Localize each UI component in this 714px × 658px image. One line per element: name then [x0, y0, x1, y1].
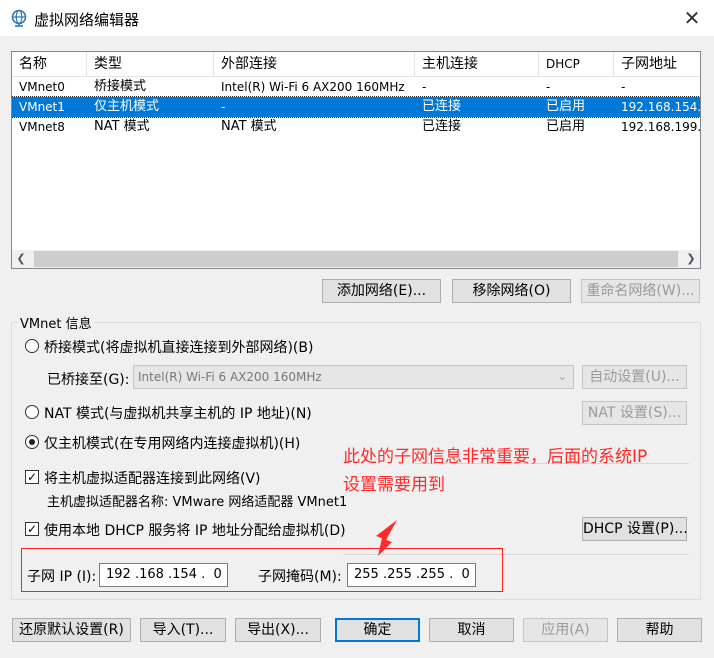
bridged-to-label: 已桥接至(G): [47, 372, 130, 388]
adapter-name-text: 主机虚拟适配器名称: VMware 网络适配器 VMnet1 [47, 495, 348, 510]
rename-network-button[interactable]: 重命名网络(W)... [581, 279, 700, 303]
window-title: 虚拟网络编辑器 [34, 11, 140, 29]
column-header-external[interactable]: 外部连接 [214, 52, 415, 76]
row-external: NAT 模式 [221, 119, 277, 134]
host-only-radio-label[interactable]: 仅主机模式(在专用网络内连接虚拟机)(H) [44, 433, 300, 453]
column-header-host[interactable]: 主机连接 [415, 52, 539, 76]
column-header-dhcp[interactable]: DHCP [539, 52, 614, 76]
row-external: - [221, 100, 226, 114]
row-name: VMnet1 [19, 100, 65, 114]
row-subnet: - [621, 80, 626, 94]
table-row[interactable]: VMnet0 桥接模式 Intel(R) Wi-Fi 6 AX200 160MH… [12, 77, 700, 97]
row-dhcp: - [546, 80, 551, 94]
network-globe-icon [11, 9, 27, 27]
scrollbar-thumb[interactable] [34, 251, 678, 267]
subnet-ip-input[interactable]: 192 .168 .154 . 0 [99, 563, 228, 587]
row-dhcp: 已启用 [546, 119, 586, 134]
row-subnet: 192.168.199.0 [621, 120, 701, 134]
import-button[interactable]: 导入(T)... [140, 618, 226, 642]
bridged-to-value: Intel(R) Wi-Fi 6 AX200 160MHz [138, 370, 322, 384]
ok-button[interactable]: 确定 [335, 618, 420, 642]
apply-button[interactable]: 应用(A) [523, 618, 608, 642]
annotation-line-1: 此处的子网信息非常重要，后面的系统IP [343, 447, 648, 467]
subnet-mask-label: 子网掩码(M): [258, 569, 342, 585]
row-external: Intel(R) Wi-Fi 6 AX200 160MHz [221, 80, 405, 94]
dhcp-checkbox-label[interactable]: 使用本地 DHCP 服务将 IP 地址分配给虚拟机(D) [44, 520, 346, 540]
subnet-mask-input[interactable]: 255 .255 .255 . 0 [347, 563, 476, 587]
table-row-selected[interactable]: VMnet1 仅主机模式 - 已连接 已启用 192.168.154.0 [12, 96, 701, 118]
remove-network-button[interactable]: 移除网络(O) [452, 279, 571, 303]
group-label: VMnet 信息 [18, 313, 94, 332]
row-type: 仅主机模式 [94, 99, 160, 114]
row-dhcp: 已启用 [546, 99, 586, 114]
row-name: VMnet8 [19, 120, 65, 134]
table-row[interactable]: VMnet8 NAT 模式 NAT 模式 已连接 已启用 192.168.199… [12, 117, 700, 137]
dhcp-settings-button[interactable]: DHCP 设置(P)... [582, 517, 688, 541]
add-network-button[interactable]: 添加网络(E)... [322, 279, 441, 303]
chevron-down-icon: ⌄ [557, 370, 567, 383]
export-button[interactable]: 导出(X)... [235, 618, 321, 642]
network-list[interactable]: 名称 类型 外部连接 主机连接 DHCP 子网地址 VMnet0 桥接模式 In… [11, 51, 701, 269]
dhcp-checkbox[interactable]: ✓ [25, 522, 39, 536]
horizontal-scrollbar[interactable]: ❮ ❯ [12, 250, 700, 268]
column-header-type[interactable]: 类型 [87, 52, 214, 76]
host-only-radio[interactable] [25, 435, 39, 449]
row-host: 已连接 [422, 99, 462, 114]
restore-defaults-button[interactable]: 还原默认设置(R) [12, 618, 131, 642]
connect-adapter-checkbox[interactable]: ✓ [25, 470, 39, 484]
scroll-right-icon[interactable]: ❯ [682, 250, 700, 268]
help-button[interactable]: 帮助 [617, 618, 702, 642]
subnet-ip-label: 子网 IP (I): [27, 569, 97, 585]
bridged-to-select[interactable]: Intel(R) Wi-Fi 6 AX200 160MHz ⌄ [133, 365, 574, 389]
close-icon[interactable]: ✕ [680, 6, 704, 30]
row-name: VMnet0 [19, 80, 65, 94]
nat-radio-label[interactable]: NAT 模式(与虚拟机共享主机的 IP 地址)(N) [44, 403, 312, 423]
nat-radio[interactable] [25, 405, 39, 419]
list-header: 名称 类型 外部连接 主机连接 DHCP 子网地址 [12, 52, 700, 77]
row-type: NAT 模式 [94, 119, 150, 134]
row-host: - [422, 80, 427, 94]
connect-adapter-label[interactable]: 将主机虚拟适配器连接到此网络(V) [44, 468, 261, 488]
bridged-radio-label[interactable]: 桥接模式(将虚拟机直接连接到外部网络)(B) [44, 337, 313, 357]
annotation-arrow-icon [376, 520, 397, 556]
nat-settings-button[interactable]: NAT 设置(S)... [582, 401, 687, 425]
row-type: 桥接模式 [94, 79, 147, 94]
auto-settings-button[interactable]: 自动设置(U)... [582, 365, 687, 389]
column-header-subnet[interactable]: 子网地址 [614, 52, 700, 76]
annotation-line-2: 设置需要用到 [343, 475, 445, 495]
bridged-radio[interactable] [25, 339, 39, 353]
row-subnet: 192.168.154.0 [621, 100, 701, 114]
row-host: 已连接 [422, 119, 462, 134]
column-header-name[interactable]: 名称 [12, 52, 87, 76]
scroll-left-icon[interactable]: ❮ [12, 250, 30, 268]
annotation-text: 此处的子网信息非常重要，后面的系统IP 设置需要用到 [343, 443, 703, 499]
cancel-button[interactable]: 取消 [429, 618, 514, 642]
